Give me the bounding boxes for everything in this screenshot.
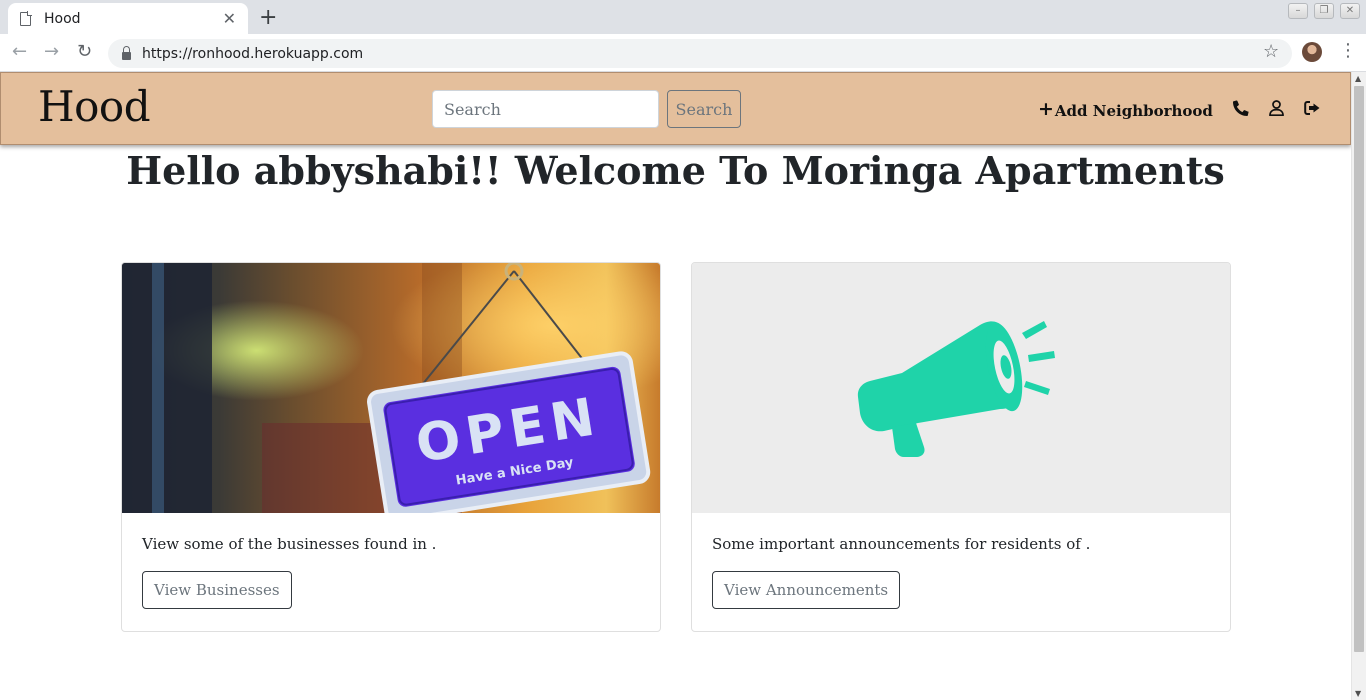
plus-icon: + (1038, 98, 1054, 120)
user-icon[interactable] (1269, 100, 1284, 120)
search-input[interactable] (432, 90, 659, 128)
back-button[interactable]: ← (12, 41, 27, 62)
lock-icon (122, 45, 131, 60)
restore-button[interactable]: ❐ (1314, 3, 1334, 19)
megaphone-icon (857, 321, 1055, 457)
browser-tabbar: Hood ✕ + – ❐ ✕ (0, 0, 1366, 34)
close-window-button[interactable]: ✕ (1340, 3, 1360, 19)
view-announcements-button[interactable]: View Announcements (712, 571, 901, 609)
announcements-card-body: Some important announcements for residen… (712, 535, 1090, 609)
tab-title: Hood (44, 10, 81, 27)
reload-button[interactable]: ↻ (77, 41, 92, 62)
bookmark-star-icon[interactable]: ☆ (1263, 41, 1279, 62)
minimize-button[interactable]: – (1288, 3, 1308, 19)
sign-out-icon[interactable] (1304, 100, 1321, 120)
profile-avatar[interactable] (1302, 42, 1322, 62)
browser-menu-icon[interactable]: ⋮ (1339, 40, 1357, 61)
page-scrollbar[interactable]: ▲ ▼ (1351, 72, 1366, 700)
add-neighborhood-label: Add Neighborhood (1054, 102, 1213, 120)
page-viewport: Hood Search +Add Neighborhood Hello abby… (0, 72, 1366, 700)
address-bar[interactable]: https://ronhood.herokuapp.com (108, 39, 1292, 68)
announcements-card: Some important announcements for residen… (691, 262, 1231, 632)
add-neighborhood-link[interactable]: +Add Neighborhood (1038, 98, 1213, 121)
businesses-description: View some of the businesses found in . (142, 535, 437, 553)
view-businesses-button[interactable]: View Businesses (142, 571, 292, 609)
site-navbar: Hood Search +Add Neighborhood (0, 72, 1351, 145)
nav-actions: +Add Neighborhood (1038, 98, 1321, 121)
browser-tab[interactable]: Hood ✕ (8, 3, 248, 34)
announcement-image (692, 263, 1230, 513)
page-icon (20, 10, 32, 26)
new-tab-button[interactable]: + (259, 5, 277, 30)
close-tab-icon[interactable]: ✕ (223, 9, 236, 28)
url-text: https://ronhood.herokuapp.com (142, 45, 364, 62)
open-sign-image: OPEN Have a Nice Day (122, 263, 660, 523)
browser-toolbar: ← → ↻ https://ronhood.herokuapp.com ☆ ⋮ (0, 34, 1366, 72)
businesses-card: OPEN Have a Nice Day View some of the bu… (121, 262, 661, 632)
brand-logo[interactable]: Hood (38, 82, 151, 131)
search-button[interactable]: Search (667, 90, 741, 128)
forward-button[interactable]: → (44, 41, 59, 62)
announcements-description: Some important announcements for residen… (712, 535, 1091, 553)
scroll-up-arrow[interactable]: ▲ (1355, 74, 1361, 83)
welcome-heading: Hello abbyshabi!! Welcome To Moringa Apa… (126, 148, 1225, 193)
businesses-card-body: View some of the businesses found in . V… (142, 535, 436, 609)
scroll-down-arrow[interactable]: ▼ (1355, 689, 1361, 698)
phone-icon[interactable] (1232, 100, 1249, 120)
scroll-thumb[interactable] (1354, 86, 1364, 652)
